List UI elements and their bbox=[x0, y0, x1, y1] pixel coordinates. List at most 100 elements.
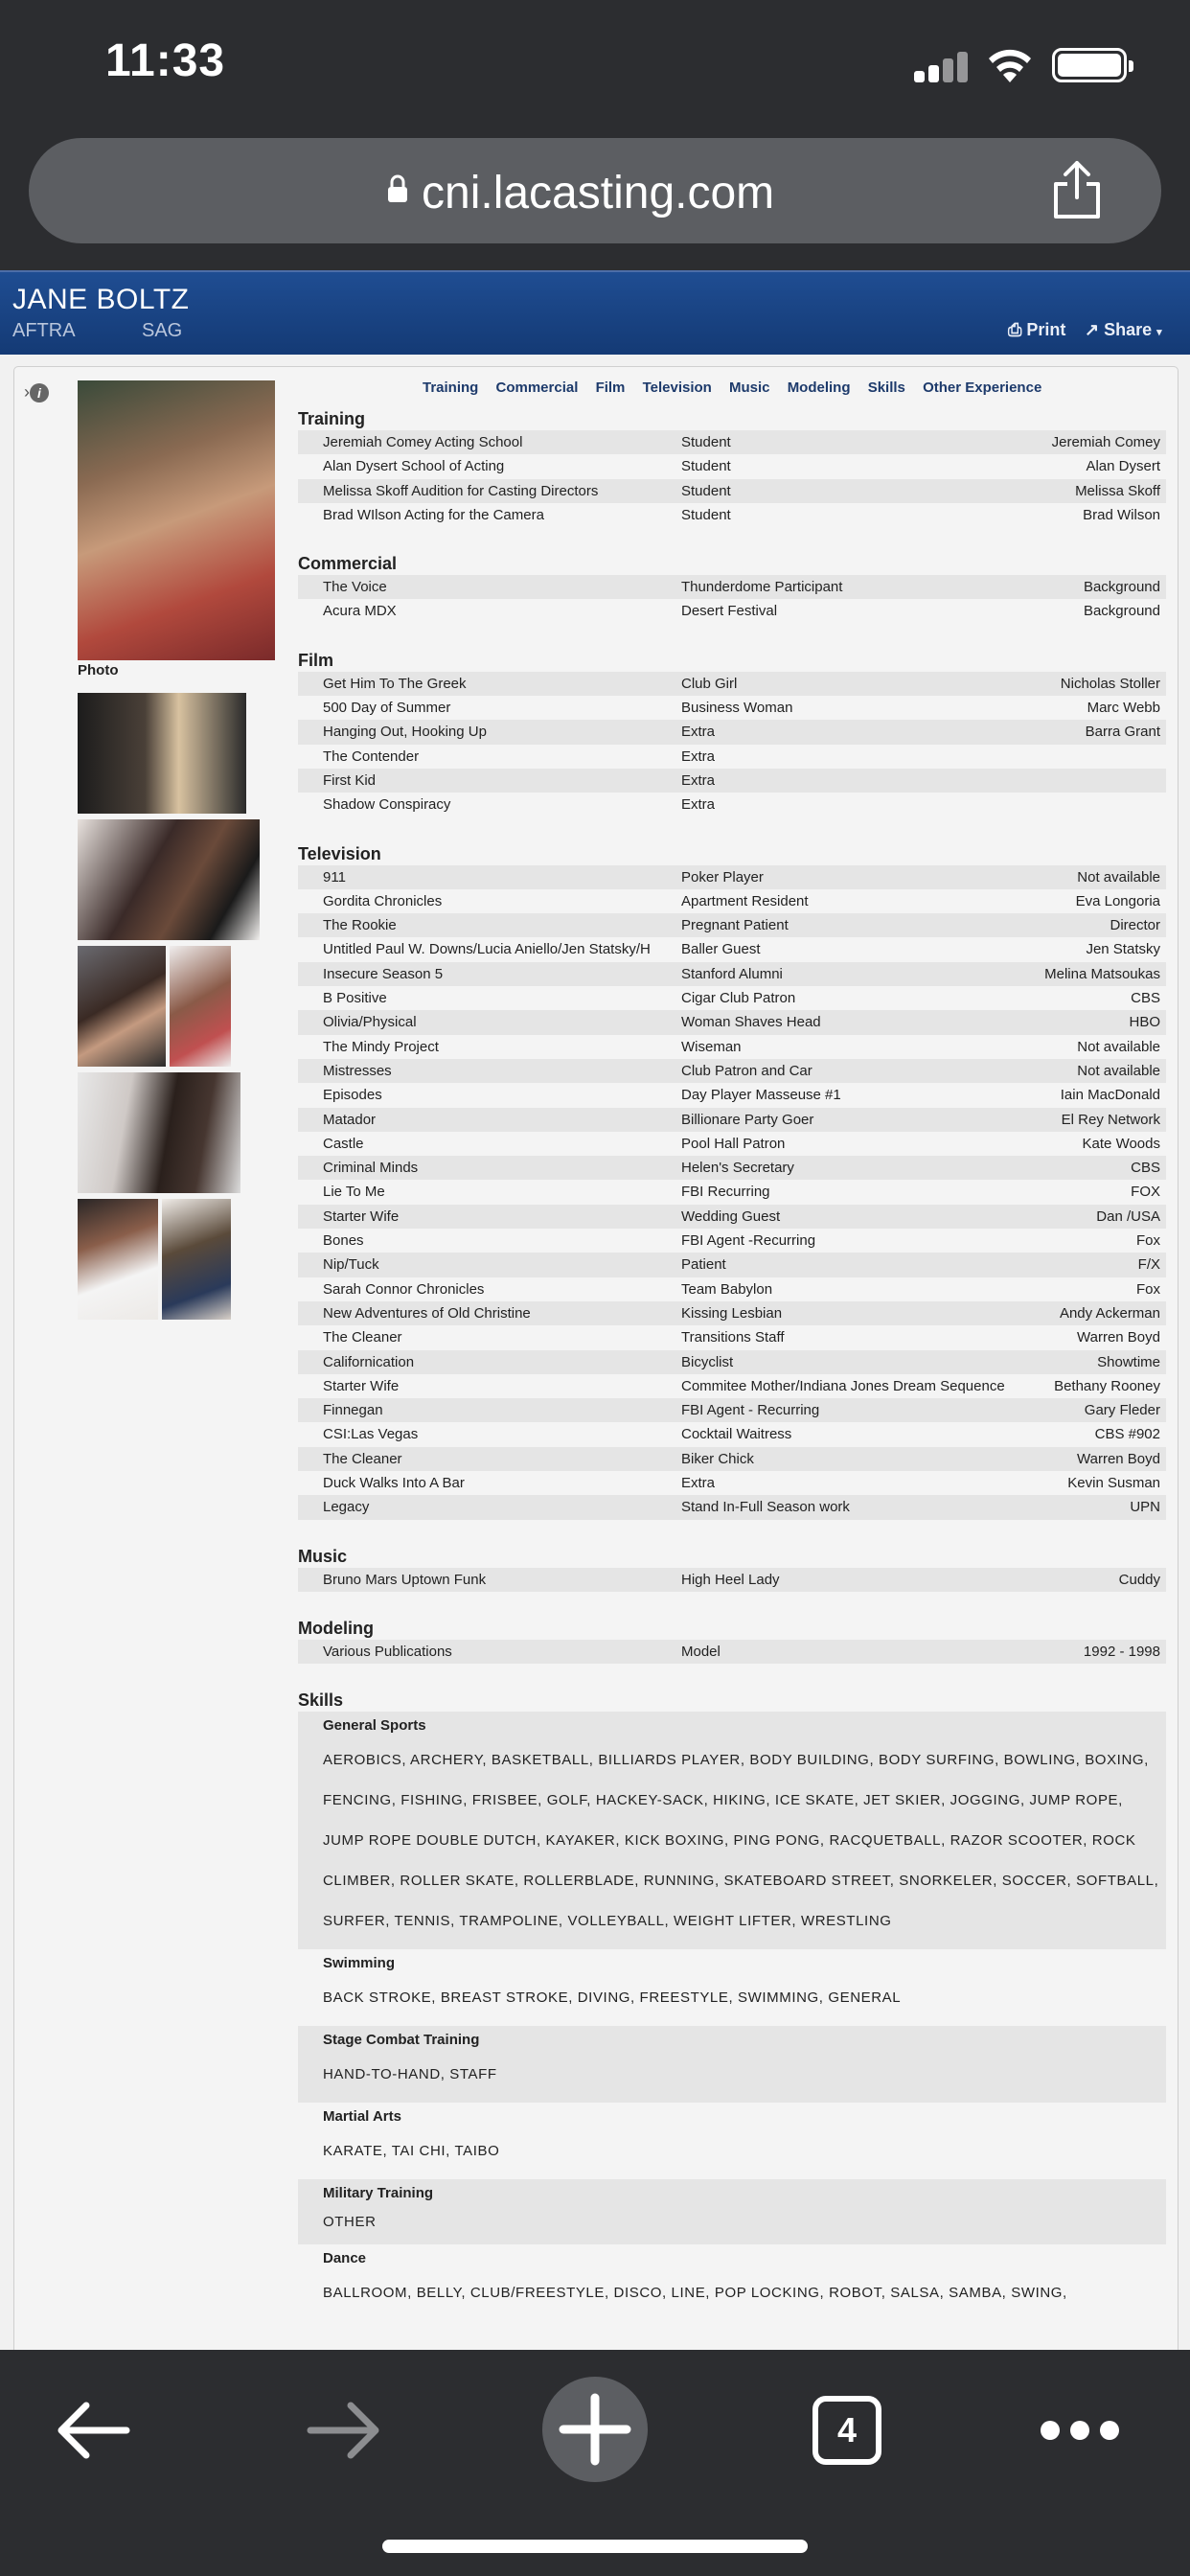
photo-thumbnail[interactable] bbox=[78, 1199, 158, 1320]
skill-group-name: Swimming bbox=[323, 1955, 396, 1972]
credit-director: Barra Grant bbox=[1085, 724, 1160, 741]
nav-music[interactable]: Music bbox=[729, 380, 770, 396]
credit-row: Jeremiah Comey Acting School Student Jerem… bbox=[298, 430, 1166, 455]
credit-director: Not available bbox=[1077, 1038, 1160, 1055]
photo-thumbnail[interactable] bbox=[78, 819, 260, 940]
credit-row: Insecure Season 5 Stanford Alumni Melina M… bbox=[298, 961, 1166, 987]
profile-header: JANE BOLTZ AFTRA SAG ⎙ Print ↗ Share ▾ bbox=[0, 270, 1190, 355]
caret-down-icon: ▾ bbox=[1156, 327, 1162, 338]
credit-director: UPN bbox=[1130, 1499, 1160, 1516]
print-button[interactable]: ⎙ Print bbox=[1008, 320, 1065, 340]
nav-modeling[interactable]: Modeling bbox=[788, 380, 851, 396]
share-sheet-icon[interactable] bbox=[1048, 159, 1106, 220]
nav-film[interactable]: Film bbox=[596, 380, 626, 396]
url-text[interactable]: cni.lacasting.com bbox=[422, 167, 774, 219]
credit-project: Sarah Connor Chronicles bbox=[323, 1280, 485, 1298]
credit-row: Sarah Connor Chronicles Team Babylon Fox bbox=[298, 1277, 1166, 1301]
browser-toolbar: 4 bbox=[0, 2350, 1190, 2576]
credit-role: Team Babylon bbox=[681, 1280, 773, 1298]
credit-role: Woman Shaves Head bbox=[681, 1014, 821, 1031]
photo-thumbnail[interactable] bbox=[78, 1072, 240, 1193]
credit-row: Mistresses Club Patron and Car Not availab… bbox=[298, 1058, 1166, 1084]
skill-group: Military Training OTHER bbox=[298, 2179, 1166, 2245]
share-button[interactable]: ↗ Share ▾ bbox=[1085, 320, 1162, 340]
nav-other-experience[interactable]: Other Experience bbox=[923, 380, 1041, 396]
photo-thumbnail[interactable] bbox=[162, 1199, 231, 1320]
credit-role: Day Player Masseuse #1 bbox=[681, 1087, 841, 1104]
credit-row: Criminal Minds Helen's Secretary CBS bbox=[298, 1156, 1166, 1181]
credit-director: Not available bbox=[1077, 868, 1160, 886]
credit-director: Dan /USA bbox=[1096, 1208, 1160, 1225]
credit-row: CSI:Las Vegas Cocktail Waitress CBS #902 bbox=[298, 1422, 1166, 1446]
credit-project: Acura MDX bbox=[323, 603, 397, 620]
credit-row: 500 Day of Summer Business Woman Marc Webb bbox=[298, 696, 1166, 720]
tabs-button[interactable]: 4 bbox=[812, 2396, 881, 2465]
credit-director: CBS bbox=[1131, 1160, 1160, 1177]
printer-icon: ⎙ bbox=[1008, 320, 1022, 339]
union-sag: SAG bbox=[142, 320, 183, 341]
forward-arrow-icon[interactable] bbox=[307, 2400, 381, 2461]
credit-director: Warren Boyd bbox=[1077, 1329, 1160, 1346]
credit-role: Apartment Resident bbox=[681, 892, 809, 909]
credit-row: Untitled Paul W. Downs/Lucia Aniello/Jen… bbox=[298, 937, 1166, 961]
nav-television[interactable]: Television bbox=[643, 380, 712, 396]
credit-row: Shadow Conspiracy Extra bbox=[298, 793, 1166, 816]
address-bar[interactable]: cni.lacasting.com bbox=[29, 138, 1161, 243]
status-bar: 11:33 bbox=[0, 0, 1190, 125]
credit-project: B Positive bbox=[323, 990, 387, 1007]
credit-project: Gordita Chronicles bbox=[323, 892, 443, 909]
credit-project: Brad WIlson Acting for the Camera bbox=[323, 506, 544, 523]
more-menu-icon[interactable] bbox=[1041, 2421, 1119, 2440]
credit-row: The Voice Thunderdome Participant Backgrou… bbox=[298, 575, 1166, 600]
credit-row: The Mindy Project Wiseman Not available bbox=[298, 1035, 1166, 1059]
back-arrow-icon[interactable] bbox=[56, 2400, 130, 2461]
skill-group-items: BACK STROKE, BREAST STROKE, DIVING, FREE… bbox=[323, 1990, 902, 2007]
credit-director: Background bbox=[1083, 603, 1160, 620]
credit-row: Californication Bicyclist Showtime bbox=[298, 1349, 1166, 1374]
new-tab-button[interactable] bbox=[542, 2377, 648, 2482]
photo-thumbnail[interactable] bbox=[78, 693, 246, 814]
actor-name: JANE BOLTZ bbox=[12, 284, 190, 315]
credit-project: Shadow Conspiracy bbox=[323, 796, 451, 814]
credit-project: Lie To Me bbox=[323, 1184, 385, 1201]
skill-group-items: BALLROOM, BELLY, CLUB/FREESTYLE, DISCO, … bbox=[323, 2285, 1067, 2302]
skill-group: Swimming BACK STROKE, BREAST STROKE, DIVI… bbox=[298, 1949, 1166, 2026]
photo-thumbnail[interactable] bbox=[78, 946, 166, 1067]
credit-row: Finnegan FBI Agent - Recurring Gary Fleder bbox=[298, 1398, 1166, 1423]
credit-role: FBI Recurring bbox=[681, 1184, 770, 1201]
home-indicator bbox=[382, 2540, 808, 2553]
nav-skills[interactable]: Skills bbox=[868, 380, 905, 396]
credit-project: Various Publications bbox=[323, 1643, 452, 1660]
credit-director: CBS bbox=[1131, 990, 1160, 1007]
credit-row: Various Publications Model 1992 - 1998 bbox=[298, 1639, 1166, 1665]
credit-row: The Rookie Pregnant Patient Director bbox=[298, 913, 1166, 938]
credit-role: Student bbox=[681, 458, 731, 475]
credit-row: Olivia/Physical Woman Shaves Head HBO bbox=[298, 1010, 1166, 1035]
credit-role: Stand In-Full Season work bbox=[681, 1499, 850, 1516]
headshot-main[interactable] bbox=[78, 380, 275, 660]
credit-row: The Cleaner Biker Chick Warren Boyd bbox=[298, 1446, 1166, 1471]
credit-director: Alan Dysert bbox=[1086, 458, 1160, 475]
section-title: Training bbox=[298, 409, 366, 428]
credit-director: Brad Wilson bbox=[1083, 506, 1160, 523]
nav-training[interactable]: Training bbox=[423, 380, 478, 396]
credit-role: Patient bbox=[681, 1256, 726, 1274]
wifi-icon bbox=[989, 49, 1031, 82]
credit-role: Wiseman bbox=[681, 1038, 742, 1055]
skill-group: Dance BALLROOM, BELLY, CLUB/FREESTYLE, DI… bbox=[298, 2244, 1166, 2321]
credit-director: Showtime bbox=[1097, 1353, 1160, 1370]
credit-director: Melissa Skoff bbox=[1075, 482, 1160, 499]
credit-director: Jen Statsky bbox=[1086, 941, 1160, 958]
credit-row: 911 Poker Player Not available bbox=[298, 864, 1166, 889]
nav-commercial[interactable]: Commercial bbox=[496, 380, 579, 396]
credit-director: Gary Fleder bbox=[1084, 1402, 1160, 1419]
credit-row: Bones FBI Agent -Recurring Fox bbox=[298, 1229, 1166, 1253]
plus-icon bbox=[559, 2393, 631, 2466]
info-toggle[interactable]: › i bbox=[24, 382, 49, 402]
credit-project: The Cleaner bbox=[323, 1450, 402, 1467]
photo-thumbnail[interactable] bbox=[170, 946, 231, 1067]
credit-role: FBI Agent - Recurring bbox=[681, 1402, 820, 1419]
section-title: Film bbox=[298, 650, 334, 670]
